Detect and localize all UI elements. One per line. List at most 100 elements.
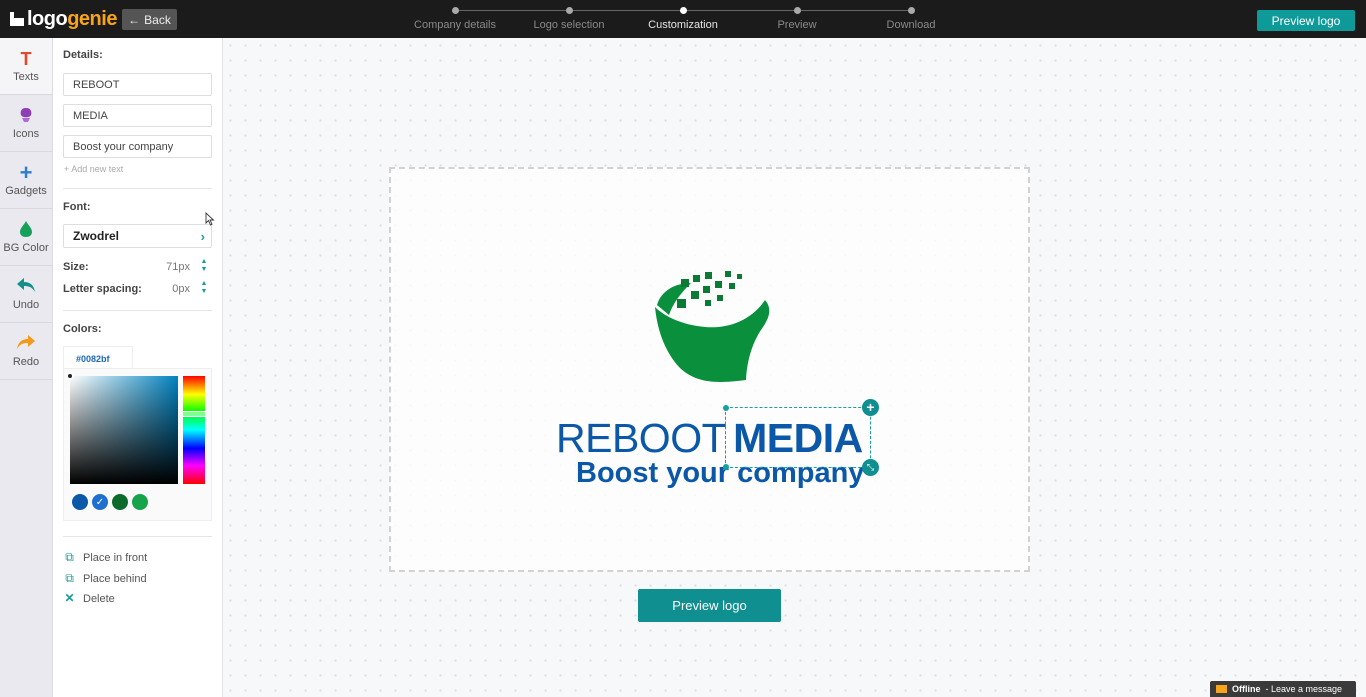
step-logo-selection[interactable]: Logo selection bbox=[514, 7, 624, 31]
swatch-selected[interactable]: ✓ bbox=[92, 494, 108, 510]
font-value: Zwodrel bbox=[73, 229, 120, 243]
hex-color-tab[interactable]: #0082bf bbox=[63, 346, 133, 368]
icons-icon bbox=[17, 106, 35, 126]
chat-message: - Leave a message bbox=[1265, 684, 1343, 694]
step-dot bbox=[907, 7, 915, 14]
tool-label: Icons bbox=[12, 128, 40, 140]
step-company-details[interactable]: Company details bbox=[400, 7, 510, 31]
tool-texts[interactable]: T Texts bbox=[0, 38, 52, 95]
tool-label: Gadgets bbox=[5, 185, 47, 197]
step-label: Company details bbox=[414, 19, 496, 31]
font-selector[interactable]: Zwodrel › bbox=[63, 224, 212, 248]
letter-spacing-label: Letter spacing: bbox=[63, 283, 142, 295]
progress-steps: Company details Logo selection Customiza… bbox=[414, 7, 975, 35]
font-label: Font: bbox=[63, 201, 91, 213]
tool-sidebar: T Texts Icons + Gadgets BG Color Undo Re… bbox=[0, 38, 53, 697]
place-in-front-label: Place in front bbox=[83, 551, 148, 564]
tool-label: Texts bbox=[13, 71, 39, 83]
letter-spacing-stepper[interactable]: ▲ ▼ bbox=[200, 280, 208, 298]
saturation-value-area[interactable] bbox=[67, 373, 178, 484]
step-dot bbox=[565, 7, 573, 14]
add-new-text-link[interactable]: + Add new text bbox=[64, 164, 123, 174]
step-label: Logo selection bbox=[533, 19, 605, 31]
text-field-reboot[interactable]: REBOOT bbox=[63, 73, 212, 96]
logo-mark-icon bbox=[10, 12, 24, 26]
step-preview[interactable]: Preview bbox=[742, 7, 852, 31]
colors-label: Colors: bbox=[63, 323, 102, 335]
tool-gadgets[interactable]: + Gadgets bbox=[0, 152, 52, 209]
text-field-tagline[interactable]: Boost your company bbox=[63, 135, 212, 158]
swatch-blue[interactable] bbox=[72, 494, 88, 510]
color-picker: ✓ bbox=[63, 368, 212, 521]
wordmark-reboot[interactable]: REBOOT bbox=[556, 415, 727, 461]
tool-label: Undo bbox=[12, 299, 40, 311]
logogenie-logo[interactable]: logo genie bbox=[10, 7, 117, 31]
tool-icons[interactable]: Icons bbox=[0, 95, 52, 152]
preview-logo-button[interactable]: Preview logo bbox=[638, 589, 781, 622]
tool-redo[interactable]: Redo bbox=[0, 323, 52, 380]
size-value: 71px bbox=[166, 261, 190, 273]
step-download[interactable]: Download bbox=[856, 7, 966, 31]
plus-icon: + bbox=[19, 160, 33, 185]
preview-logo-top-button[interactable]: Preview logo bbox=[1257, 10, 1355, 31]
redo-icon bbox=[16, 334, 36, 354]
size-control: Size: 71px ▲ ▼ bbox=[63, 258, 212, 276]
tool-undo[interactable]: Undo bbox=[0, 266, 52, 323]
place-behind-label: Place behind bbox=[83, 572, 147, 585]
resize-arrows-icon[interactable]: ⤡ bbox=[862, 459, 879, 476]
properties-panel: Details: REBOOT MEDIA Boost your company… bbox=[53, 38, 223, 697]
send-back-icon: ⧉ bbox=[65, 571, 74, 585]
size-stepper[interactable]: ▲ ▼ bbox=[200, 258, 208, 276]
step-dot bbox=[679, 7, 687, 14]
tool-label: BG Color bbox=[3, 242, 49, 254]
resize-handle[interactable] bbox=[723, 464, 729, 470]
divider bbox=[63, 536, 212, 537]
step-label: Customization bbox=[648, 19, 718, 31]
divider bbox=[63, 310, 212, 311]
bring-front-icon: ⧉ bbox=[65, 550, 74, 564]
droplet-icon bbox=[19, 220, 33, 240]
place-in-front-button[interactable]: ⧉ Place in front bbox=[63, 551, 147, 564]
step-customization[interactable]: Customization bbox=[628, 7, 738, 31]
swatch-green[interactable] bbox=[132, 494, 148, 510]
text-icon: T bbox=[20, 49, 32, 69]
divider bbox=[63, 188, 212, 189]
place-behind-button[interactable]: ⧉ Place behind bbox=[63, 571, 147, 585]
selection-box[interactable]: + ⤡ bbox=[723, 399, 879, 476]
mouse-cursor-icon bbox=[205, 212, 215, 226]
delete-button[interactable]: ✕ Delete bbox=[63, 591, 115, 605]
logo-canvas[interactable]: REBOOT MEDIA Boost your company + ⤡ bbox=[389, 167, 1030, 572]
undo-icon bbox=[16, 277, 36, 297]
hue-slider[interactable] bbox=[182, 376, 206, 484]
check-icon: ✓ bbox=[95, 496, 105, 508]
color-swatches: ✓ bbox=[72, 494, 148, 510]
step-label: Download bbox=[886, 19, 936, 31]
resize-handle[interactable] bbox=[723, 405, 729, 411]
picker-handle[interactable] bbox=[67, 373, 73, 379]
swatch-dark-green[interactable] bbox=[112, 494, 128, 510]
step-dot bbox=[793, 7, 801, 14]
design-workspace: REBOOT MEDIA Boost your company + ⤡ Previ… bbox=[223, 38, 1366, 697]
logo-text-part1: logo bbox=[27, 7, 68, 30]
size-label: Size: bbox=[63, 261, 89, 273]
step-label: Preview bbox=[777, 19, 817, 31]
tool-bg-color[interactable]: BG Color bbox=[0, 209, 52, 266]
duplicate-plus-icon[interactable]: + bbox=[862, 399, 879, 416]
tool-label: Redo bbox=[12, 356, 40, 368]
envelope-icon bbox=[1216, 685, 1227, 693]
delete-icon: ✕ bbox=[64, 591, 75, 605]
step-dot bbox=[451, 7, 459, 14]
back-button[interactable]: ← Back bbox=[122, 9, 177, 30]
text-field-media[interactable]: MEDIA bbox=[63, 104, 212, 127]
letter-spacing-value: 0px bbox=[172, 283, 190, 295]
logo-text-part2: genie bbox=[67, 7, 117, 30]
delete-label: Delete bbox=[83, 592, 115, 605]
chat-offline-widget[interactable]: Offline - Leave a message bbox=[1210, 681, 1356, 697]
arrow-left-icon: ← bbox=[128, 12, 141, 27]
letter-spacing-control: Letter spacing: 0px ▲ ▼ bbox=[63, 280, 212, 298]
hue-handle[interactable] bbox=[182, 411, 206, 417]
details-label: Details: bbox=[63, 49, 103, 61]
top-bar: logo genie ← Back Company details Logo se… bbox=[0, 0, 1366, 38]
back-label: Back bbox=[144, 12, 171, 27]
logo-emblem-icon[interactable] bbox=[651, 269, 776, 405]
